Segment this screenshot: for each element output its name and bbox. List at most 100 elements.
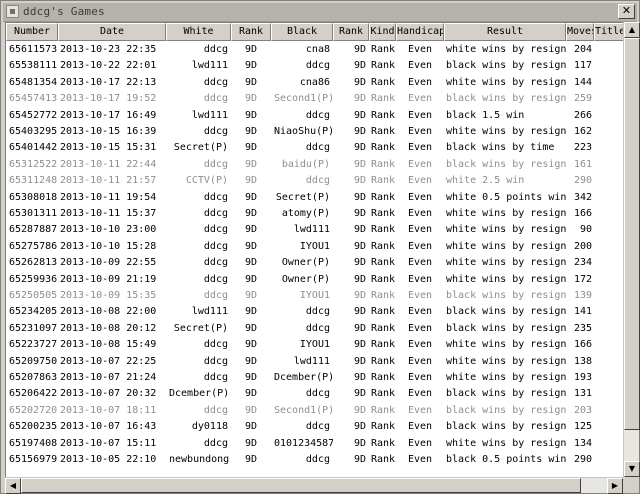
game-row[interactable]: 65197408 2013-10-07 15:11 ddcg 9D 0101234587… — [6, 436, 624, 453]
cell-result: black wins by resignat — [446, 93, 566, 105]
cell-black: ddcg — [305, 306, 330, 318]
cell-moves: 200 — [573, 240, 592, 252]
column-header-kind[interactable]: Kind — [369, 23, 396, 41]
game-row[interactable]: 65259936 2013-10-09 21:19 ddcg 9D Owner(P) 9D… — [6, 272, 624, 289]
game-row[interactable]: 65207863 2013-10-07 21:24 ddcg 9D Dcember(P)… — [6, 370, 624, 387]
games-list[interactable]: Number Date White Rank Black Rank Kind Handicap… — [5, 22, 625, 479]
cell-black: NiaoShu(P) — [274, 126, 333, 137]
cell-kind: Rank — [371, 372, 396, 383]
game-row[interactable]: 65301311 2013-10-11 15:37 ddcg 9D atomy(P) 9D… — [6, 206, 624, 223]
game-row[interactable]: 65538111 2013-10-22 22:01 lwd111 9D ddcg 9D Ra… — [6, 58, 624, 75]
cell-number: 65234205 — [9, 306, 58, 318]
game-row[interactable]: 65206422 2013-10-07 20:32 Dcember(P) 9D ddcg… — [6, 386, 624, 403]
cell-handicap: Even — [407, 322, 433, 334]
cell-black: cna86 — [299, 76, 330, 88]
cell-black-rank: 9D — [353, 44, 366, 55]
cell-moves: 141 — [573, 306, 592, 318]
cell-handicap: Even — [407, 60, 433, 72]
game-row[interactable]: 65209750 2013-10-07 22:25 ddcg 9D lwd111 9D Ra… — [6, 354, 624, 371]
cell-black: lwd111 — [293, 355, 330, 367]
game-row[interactable]: 65311248 2013-10-11 21:57 CCTV(P) 9D ddcg 9D R… — [6, 173, 624, 190]
game-row[interactable]: 65234205 2013-10-08 22:00 lwd111 9D ddcg 9D Ra… — [6, 304, 624, 321]
cell-number: 65259936 — [9, 273, 58, 285]
cell-white: newbundong — [169, 454, 230, 465]
cell-date: 2013-10-10 15:28 — [60, 240, 157, 252]
cell-title — [594, 173, 624, 189]
vertical-scroll-thumb[interactable] — [624, 38, 640, 430]
column-header-number[interactable]: Number — [6, 23, 58, 41]
column-header-white[interactable]: White — [166, 23, 231, 41]
cell-number: 65538111 — [9, 60, 58, 72]
cell-number: 65311248 — [9, 175, 58, 187]
cell-kind: Rank — [371, 273, 396, 285]
cell-number: 65209750 — [9, 355, 58, 367]
column-header-date[interactable]: Date — [58, 23, 166, 41]
game-row[interactable]: 65200235 2013-10-07 16:43 dy0118 9D ddcg 9D Ra… — [6, 419, 624, 436]
vertical-scrollbar[interactable]: ▲ ▼ — [623, 22, 640, 477]
game-row[interactable]: 65611573 2013-10-23 22:35 ddcg 9D cna8 9D Rank… — [6, 42, 624, 59]
cell-kind: Rank — [371, 437, 396, 449]
cell-title — [594, 288, 624, 304]
cell-date: 2013-10-08 15:49 — [60, 339, 157, 351]
horizontal-scrollbar[interactable]: ◀ ▶ — [5, 477, 623, 494]
game-row[interactable]: 65401442 2013-10-15 15:31 Secret(P) 9D ddcg 9… — [6, 140, 624, 157]
cell-result: white wins by resignat — [446, 126, 566, 137]
game-row[interactable]: 65262813 2013-10-09 22:55 ddcg 9D Owner(P) 9D… — [6, 255, 624, 272]
column-header-moves[interactable]: Moves — [566, 23, 594, 41]
cell-black: atomy(P) — [281, 208, 330, 219]
game-row[interactable]: 65452772 2013-10-17 16:49 lwd111 9D ddcg 9D Ra… — [6, 108, 624, 125]
game-row[interactable]: 65287887 2013-10-10 23:00 ddcg 9D lwd111 9D Ra… — [6, 222, 624, 239]
cell-black: Secret(P) — [275, 191, 330, 203]
cell-white: dy0118 — [191, 421, 228, 433]
game-row[interactable]: 65457413 2013-10-17 19:52 ddcg 9D Second1(P)… — [6, 91, 624, 108]
game-row[interactable]: 65223727 2013-10-08 15:49 ddcg 9D IYOU1 9D Ran… — [6, 337, 624, 354]
cell-date: 2013-10-09 21:19 — [60, 273, 157, 285]
cell-moves: 203 — [573, 404, 592, 416]
column-header-black-rank[interactable]: Rank — [333, 23, 369, 41]
cell-title — [594, 419, 624, 435]
cell-number: 65481354 — [9, 76, 58, 88]
cell-result: white wins by resignat — [446, 355, 566, 367]
cell-title — [594, 75, 624, 91]
cell-title — [594, 239, 624, 255]
cell-black: Owner(P) — [281, 257, 330, 269]
game-row[interactable]: 65312522 2013-10-11 22:44 ddcg 9D baidu(P) 9D… — [6, 157, 624, 174]
game-row[interactable]: 65481354 2013-10-17 22:13 ddcg 9D cna86 9D Ran… — [6, 75, 624, 92]
cell-handicap: Even — [407, 76, 433, 88]
cell-kind: Rank — [371, 454, 396, 465]
horizontal-scroll-thumb[interactable] — [21, 478, 581, 493]
game-row[interactable]: 65275786 2013-10-10 15:28 ddcg 9D IYOU1 9D Ran… — [6, 239, 624, 256]
scroll-left-button[interactable]: ◀ — [5, 478, 21, 494]
game-row[interactable]: 65250505 2013-10-09 15:35 ddcg 9D IYOU1 9D Ran… — [6, 288, 624, 305]
scroll-down-button[interactable]: ▼ — [624, 461, 640, 477]
close-button[interactable]: ✕ — [618, 4, 635, 19]
cell-white: ddcg — [203, 404, 228, 416]
cell-title — [594, 436, 624, 452]
cell-result: black wins by resignat — [446, 60, 566, 72]
cell-date: 2013-10-17 22:13 — [60, 76, 157, 88]
game-row[interactable]: 65231097 2013-10-08 20:12 Secret(P) 9D ddcg 9… — [6, 321, 624, 338]
cell-result: white wins by resignat — [446, 224, 566, 236]
cell-number: 65200235 — [9, 421, 58, 433]
column-header-white-rank[interactable]: Rank — [231, 23, 271, 41]
game-row[interactable]: 65202720 2013-10-07 18:11 ddcg 9D Second1(P)… — [6, 403, 624, 420]
cell-white: ddcg — [203, 126, 228, 137]
scroll-up-button[interactable]: ▲ — [624, 22, 640, 38]
cell-handicap: Even — [407, 339, 433, 351]
game-row[interactable]: 65308018 2013-10-11 19:54 ddcg 9D Secret(P) 9… — [6, 190, 624, 207]
game-row[interactable]: 65403295 2013-10-15 16:39 ddcg 9D NiaoShu(P)… — [6, 124, 624, 141]
title-bar[interactable]: ddcg's Games ✕ — [3, 3, 637, 22]
cell-white-rank: 9D — [244, 126, 258, 137]
cell-moves: 223 — [573, 142, 592, 154]
cell-number: 65401442 — [9, 142, 58, 154]
column-header-result[interactable]: Result — [444, 23, 566, 41]
column-header-title[interactable]: Title — [594, 23, 624, 41]
cell-black-rank: 9D — [353, 208, 366, 219]
game-row[interactable]: 65156979 2013-10-05 22:10 newbundong 9D ddcg… — [6, 452, 624, 469]
cell-moves: 259 — [573, 93, 592, 105]
column-header-black[interactable]: Black — [271, 23, 333, 41]
scroll-right-button[interactable]: ▶ — [607, 478, 623, 494]
cell-date: 2013-10-11 19:54 — [60, 191, 157, 203]
cell-handicap: Even — [407, 454, 433, 465]
column-header-handicap[interactable]: Handicap — [396, 23, 444, 41]
